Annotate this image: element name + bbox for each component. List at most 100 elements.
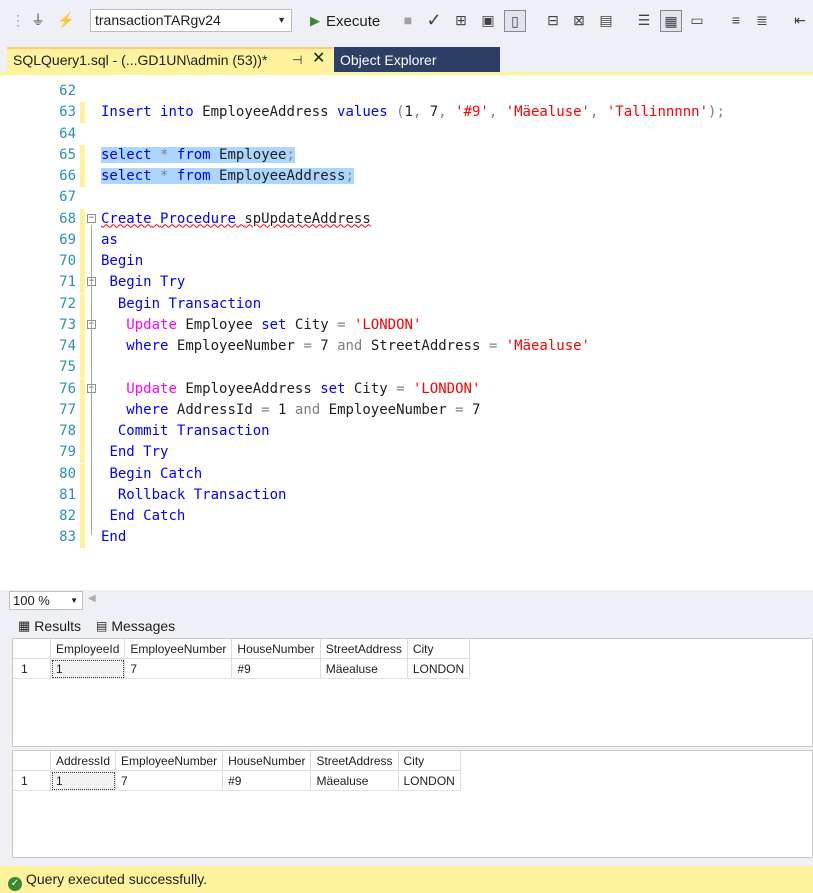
table-cell[interactable]: Mäealuse (310, 770, 399, 791)
tab-sqlquery1[interactable]: SQLQuery1.sql - (...GD1UN\admin (53))* ⊣… (7, 47, 333, 73)
code-line[interactable]: 62 (0, 81, 813, 102)
collapse-toggle-icon[interactable]: − (87, 213, 96, 223)
code-text: Insert into EmployeeAddress values (1, 7… (101, 104, 725, 121)
code-line[interactable]: 83 End (0, 527, 813, 549)
table-cell[interactable]: #9 (231, 658, 321, 679)
code-line[interactable]: 79 End Try (0, 442, 813, 464)
code-line[interactable]: 78 Commit Transaction (0, 421, 813, 442)
column-header[interactable]: City (398, 751, 461, 771)
zoom-select[interactable]: 100 % ▼ (9, 591, 83, 610)
connect-plug-icon[interactable]: ⏚ (28, 10, 48, 30)
uncomment-icon[interactable]: ≣ (752, 10, 772, 30)
chevron-down-icon: ▼ (277, 15, 286, 25)
code-line[interactable]: 73− Update Employee set City = 'LONDON' (0, 314, 813, 336)
line-number: 83 (59, 529, 76, 546)
code-line[interactable]: 77 where AddressId = 1 and EmployeeNumbe… (0, 399, 813, 421)
column-header[interactable]: HouseNumber (222, 751, 312, 771)
code-line[interactable]: 67 (0, 187, 813, 208)
line-number: 79 (59, 444, 76, 461)
code-text: Rollback Transaction (117, 486, 287, 503)
line-number: 68 (59, 210, 76, 227)
results-to-file-icon[interactable]: ▯ (504, 10, 526, 32)
live-stats-icon[interactable]: ⊠ (569, 10, 589, 30)
toolbar-grip-icon: ⋮ (11, 11, 25, 28)
code-line[interactable]: 82 End Catch (0, 506, 813, 527)
column-header[interactable]: AddressId (50, 751, 117, 771)
include-plan-icon[interactable]: ⊟ (543, 10, 563, 30)
query-editor[interactable]: 62 63 Insert into EmployeeAddress values (… (0, 72, 813, 590)
intellisense-icon[interactable]: ▣ (478, 10, 498, 30)
column-header[interactable]: StreetAddress (320, 639, 408, 659)
comment-icon[interactable]: ≡ (726, 10, 746, 30)
execute-button[interactable]: ▶ Execute (310, 10, 380, 32)
column-header[interactable]: EmployeeNumber (124, 639, 233, 659)
table-cell[interactable]: LONDON (407, 658, 471, 679)
outdent-icon[interactable]: ⇤ (790, 10, 810, 30)
code-line[interactable]: 71− Begin Try (0, 272, 813, 294)
table-cell[interactable]: 1 (50, 658, 126, 679)
code-line[interactable]: 70 Begin (0, 251, 813, 272)
code-text: Begin Transaction (117, 295, 262, 312)
stop-icon[interactable]: ■ (398, 10, 418, 30)
code-line[interactable]: 81 Rollback Transaction (0, 484, 813, 506)
fold-guide (91, 288, 92, 451)
table-row[interactable]: 1 1 7 #9 Mäealuse LONDON (13, 658, 471, 679)
results-grid-employee[interactable]: EmployeeId EmployeeNumber HouseNumber Stree… (12, 638, 813, 747)
change-marker (80, 208, 85, 230)
code-line[interactable]: 65 select * from Employee; (0, 144, 813, 166)
code-line[interactable]: 63 Insert into EmployeeAddress values (1,… (0, 102, 813, 124)
line-number: 65 (59, 146, 76, 163)
status-bar: ✓ Query executed successfully. (0, 866, 813, 893)
change-marker (80, 378, 85, 400)
results-grid-employeeaddress[interactable]: AddressId EmployeeNumber HouseNumber Street… (12, 750, 813, 858)
line-number: 75 (59, 359, 76, 376)
result-tabs: ▦ Results ▤ Messages (0, 612, 813, 638)
editor-status-row: 100 % ▼ ◀ (0, 590, 813, 612)
change-marker (80, 229, 85, 251)
code-line[interactable]: 74 where EmployeeNumber = 7 and StreetAd… (0, 336, 813, 357)
change-marker (80, 421, 85, 442)
tab-messages-label: Messages (111, 617, 176, 634)
code-text: Begin Catch (109, 465, 203, 482)
scroll-left-icon[interactable]: ◀ (88, 593, 96, 604)
table-cell[interactable]: 1 (50, 770, 117, 791)
database-select[interactable]: transactionTARgv24 ▼ (90, 9, 292, 32)
table-cell[interactable]: Mäealuse (320, 658, 408, 679)
tab-results[interactable]: ▦ Results (18, 615, 81, 636)
column-header[interactable]: EmployeeId (50, 639, 126, 659)
client-stats-icon[interactable]: ▤ (596, 10, 616, 30)
tab-object-explorer-label: Object Explorer (340, 52, 437, 68)
close-icon[interactable]: ✕ (312, 48, 325, 70)
column-header[interactable]: StreetAddress (310, 751, 399, 771)
row-header-corner (13, 751, 51, 771)
parse-checkmark-icon[interactable]: ✓ (424, 10, 444, 30)
code-line[interactable]: 66 select * from EmployeeAddress; (0, 166, 813, 187)
code-line[interactable]: 68 − Create Procedure spUpdateAddress (0, 208, 813, 230)
code-line[interactable]: 76− Update EmployeeAddress set City = 'L… (0, 378, 813, 400)
estimated-plan-icon[interactable]: ⊞ (451, 10, 471, 30)
table-row[interactable]: 1 1 7 #9 Mäealuse LONDON (13, 770, 461, 791)
code-line[interactable]: 64 (0, 124, 813, 145)
tab-object-explorer[interactable]: Object Explorer (334, 47, 500, 73)
table-cell[interactable]: 7 (124, 658, 233, 679)
column-header[interactable]: City (407, 639, 471, 659)
column-header[interactable]: EmployeeNumber (115, 751, 224, 771)
line-number: 77 (59, 401, 76, 418)
row-number: 1 (13, 658, 51, 679)
results-to-text-icon[interactable]: ☰ (634, 10, 654, 30)
code-line[interactable]: 72 Begin Transaction (0, 293, 813, 315)
code-line[interactable]: 80 Begin Catch (0, 463, 813, 485)
change-connection-icon[interactable]: ⚡ (56, 10, 76, 30)
results-to-file2-icon[interactable]: ▭ (687, 10, 707, 30)
table-cell[interactable]: LONDON (398, 770, 461, 791)
table-cell[interactable]: #9 (222, 770, 312, 791)
tab-messages[interactable]: ▤ Messages (96, 615, 175, 636)
code-line[interactable]: 75 (0, 357, 813, 379)
change-marker (80, 272, 85, 294)
code-line[interactable]: 69 as (0, 229, 813, 251)
column-header[interactable]: HouseNumber (231, 639, 321, 659)
pin-icon[interactable]: ⊣ (292, 49, 302, 71)
results-to-grid-icon[interactable]: ▦ (660, 10, 682, 32)
table-cell[interactable]: 7 (115, 770, 224, 791)
document-tabstrip: SQLQuery1.sql - (...GD1UN\admin (53))* ⊣… (0, 45, 813, 73)
